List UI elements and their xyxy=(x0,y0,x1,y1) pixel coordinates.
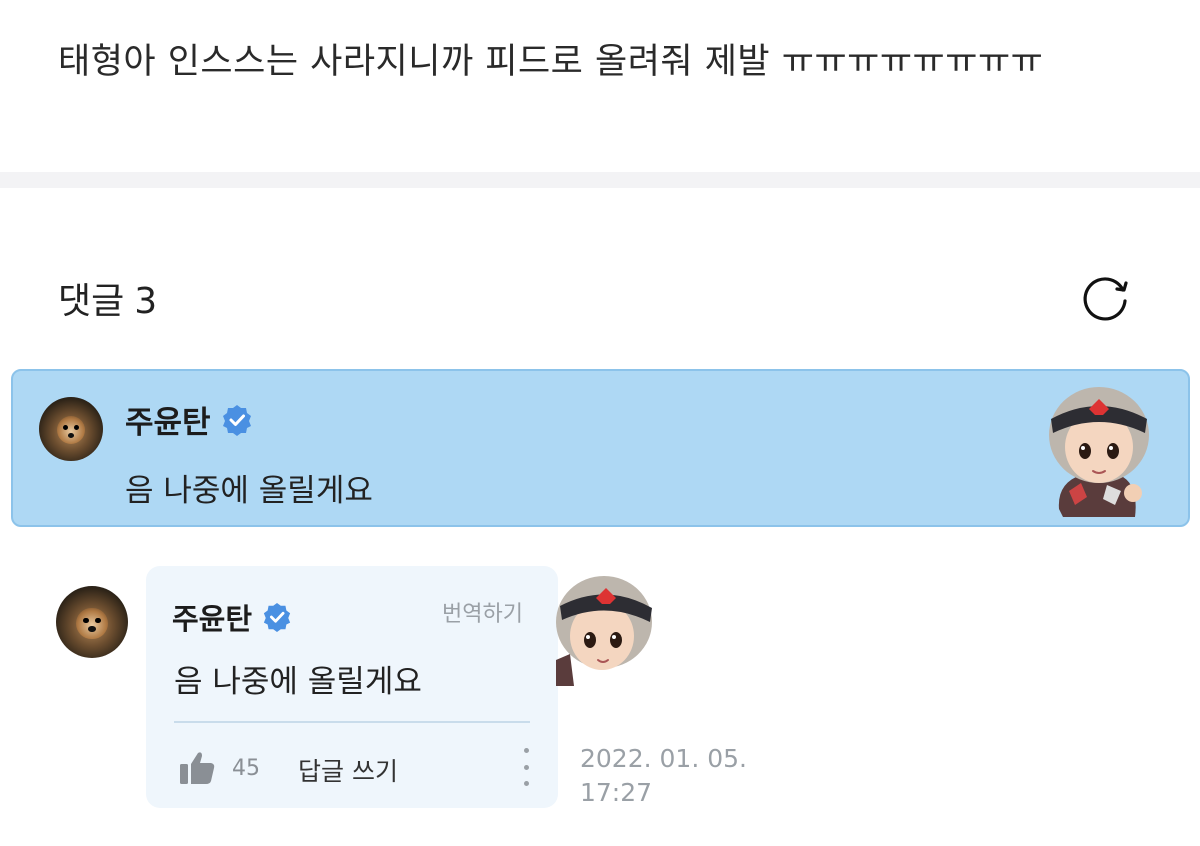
comment-text: 음 나중에 올릴게요 xyxy=(125,473,373,509)
bubble-divider xyxy=(174,721,530,723)
verified-badge-icon xyxy=(221,404,253,436)
reply-comment-bubble: 주윤탄 번역하기 음 나중에 올릴게요 45 답글 쓰기 xyxy=(146,566,558,808)
section-divider xyxy=(0,172,1200,188)
like-count: 45 xyxy=(232,756,260,781)
comments-count: 3 xyxy=(134,281,158,322)
reply-author[interactable]: 주윤탄 xyxy=(172,596,252,638)
reply-avatar[interactable] xyxy=(56,586,128,658)
write-reply-button[interactable]: 답글 쓰기 xyxy=(298,752,398,788)
verified-badge-icon xyxy=(262,602,292,632)
post-text: 태형아 인스스는 사라지니까 피드로 올려줘 제발 ㅠㅠㅠㅠㅠㅠㅠㅠ xyxy=(58,42,1044,82)
more-vertical-icon[interactable] xyxy=(518,748,534,786)
comments-label: 댓글 xyxy=(58,281,125,322)
reply-text: 음 나중에 올릴게요 xyxy=(174,664,422,700)
peeking-character-sticker-icon xyxy=(556,576,652,686)
comment-author[interactable]: 주윤탄 xyxy=(125,397,211,442)
comment-time: 17:27 xyxy=(580,778,653,807)
refresh-icon xyxy=(1083,277,1128,321)
like-button[interactable] xyxy=(178,750,216,786)
translate-link[interactable]: 번역하기 xyxy=(442,596,523,628)
comment-timestamp: 2022. 01. 05. 17:27 xyxy=(580,742,747,810)
avatar[interactable] xyxy=(39,397,103,461)
character-sticker-icon xyxy=(1049,387,1149,517)
thumbs-up-icon xyxy=(180,752,215,784)
comments-header: 댓글 3 xyxy=(58,272,157,324)
refresh-button[interactable] xyxy=(1078,270,1134,326)
highlighted-comment[interactable]: 주윤탄 음 나중에 올릴게요 xyxy=(11,369,1190,527)
comment-date: 2022. 01. 05. xyxy=(580,744,747,773)
